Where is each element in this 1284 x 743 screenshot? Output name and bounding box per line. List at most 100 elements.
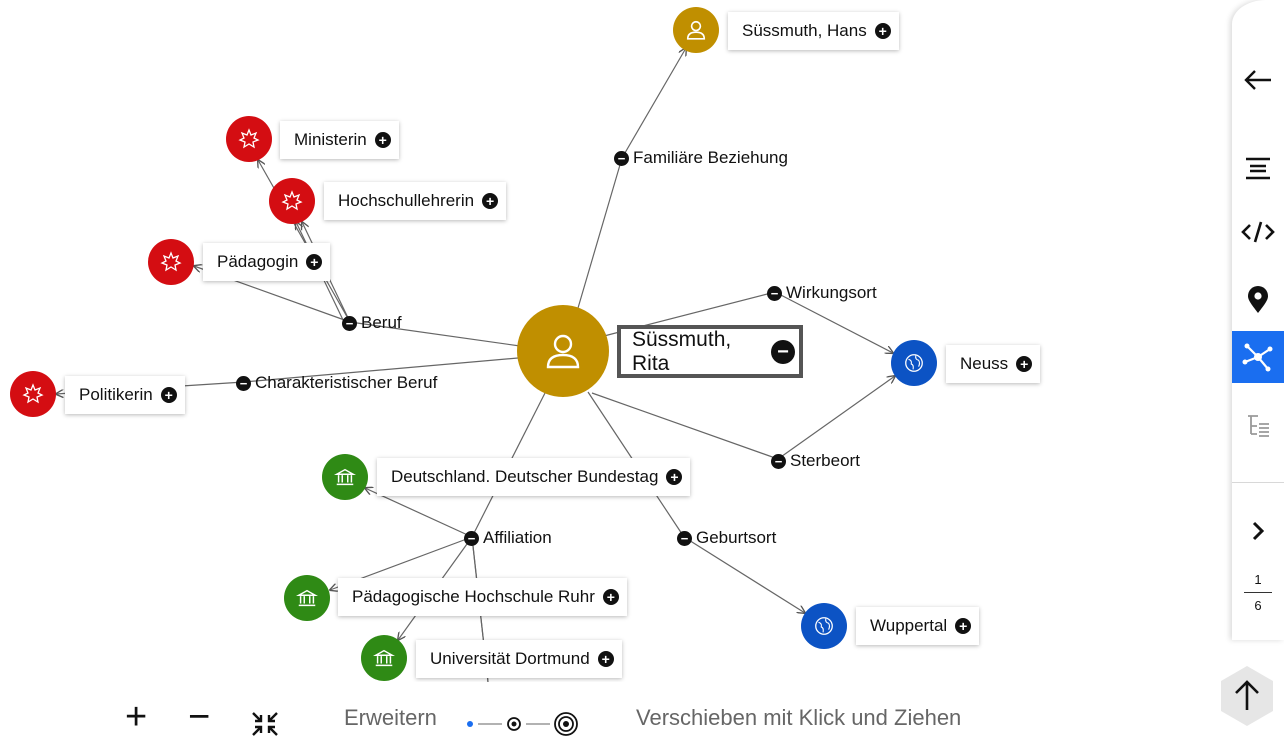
node-label-text: Deutschland. Deutscher Bundestag	[391, 467, 659, 486]
relation-geburtsort[interactable]: − Geburtsort	[677, 528, 776, 548]
zoom-out-button[interactable]: −	[188, 698, 210, 736]
node-label-paedagogin[interactable]: Pädagogin +	[203, 243, 331, 281]
relation-label: Geburtsort	[696, 528, 777, 547]
sidebar-divider	[1232, 482, 1284, 483]
occupation-node[interactable]	[226, 116, 272, 162]
back-button[interactable]	[1232, 54, 1284, 106]
back-to-top-button[interactable]	[1219, 664, 1275, 728]
collapse-icon[interactable]: −	[677, 530, 692, 546]
node-label-text: Universität Dortmund	[430, 649, 590, 668]
expand-icon[interactable]: +	[482, 193, 499, 209]
node-label-text: Wuppertal	[870, 616, 948, 635]
expand-level-slider[interactable]	[462, 712, 580, 742]
relation-wirkungsort[interactable]: − Wirkungsort	[767, 283, 877, 303]
center-person-node[interactable]	[517, 305, 609, 397]
node-label-neuss[interactable]: Neuss +	[946, 345, 1041, 383]
fit-to-screen-button[interactable]	[250, 711, 280, 743]
node-label-ministerin[interactable]: Ministerin +	[280, 121, 399, 159]
node-label-text: Pädagogin	[217, 252, 299, 271]
collapse-icon[interactable]: −	[771, 453, 786, 469]
organisation-node[interactable]	[361, 635, 407, 681]
location-pin-icon	[1248, 286, 1268, 313]
node-label-suessmuth-hans[interactable]: Süssmuth, Hans +	[728, 12, 899, 50]
expand-level-icon	[467, 712, 578, 736]
relation-affiliation[interactable]: − Affiliation	[464, 528, 552, 548]
expand-icon[interactable]: +	[955, 618, 972, 634]
relation-label: Sterbeort	[790, 451, 860, 470]
node-label-politikerin[interactable]: Politikerin +	[65, 376, 185, 414]
place-node[interactable]	[891, 340, 937, 386]
map-view-button[interactable]	[1232, 274, 1284, 326]
expand-icon[interactable]: +	[597, 651, 614, 667]
collapse-icon[interactable]: −	[342, 315, 357, 331]
right-sidebar: 1 6	[1232, 0, 1284, 640]
relation-label: Charakteristischer Beruf	[255, 373, 438, 392]
code-view-button[interactable]	[1232, 206, 1284, 258]
network-graph[interactable]: Süssmuth, Rita − Süssmuth, Hans + Minist…	[0, 0, 1230, 682]
expand-icon[interactable]: +	[160, 387, 177, 403]
person-icon	[686, 20, 706, 40]
relation-label: Beruf	[361, 313, 402, 332]
node-label-wuppertal[interactable]: Wuppertal +	[856, 607, 980, 645]
node-label-text: Ministerin	[294, 130, 367, 149]
node-label-uni-dortmund[interactable]: Universität Dortmund +	[416, 640, 622, 678]
organisation-node[interactable]	[284, 575, 330, 621]
center-person-label[interactable]: Süssmuth, Rita −	[617, 325, 803, 378]
network-view-button[interactable]	[1232, 331, 1284, 383]
collapse-icon[interactable]: −	[236, 375, 251, 391]
collapse-icon[interactable]: −	[614, 150, 629, 166]
asterisk-badge-icon	[22, 383, 44, 404]
relation-sterbeort[interactable]: − Sterbeort	[771, 451, 860, 471]
node-label-hochschullehrerin[interactable]: Hochschullehrerin +	[324, 182, 507, 220]
list-view-button[interactable]	[1232, 142, 1284, 194]
expand-icon[interactable]: +	[1016, 356, 1033, 372]
collapse-icon[interactable]: −	[771, 339, 795, 364]
occupation-node[interactable]	[10, 371, 56, 417]
zoom-in-button[interactable]: +	[125, 698, 147, 736]
page-fraction-line	[1244, 592, 1272, 593]
person-node[interactable]	[673, 7, 719, 53]
node-label-text: Süssmuth, Hans	[742, 21, 867, 40]
hierarchy-view-button[interactable]	[1232, 401, 1284, 453]
hierarchy-icon	[1248, 415, 1269, 437]
asterisk-badge-icon	[160, 251, 182, 272]
pan-hint: Verschieben mit Klick und Ziehen	[636, 705, 962, 730]
globe-icon	[815, 617, 833, 635]
list-icon	[1246, 157, 1270, 180]
expand-icon[interactable]: +	[306, 254, 323, 270]
node-label-text: Hochschullehrerin	[338, 191, 475, 210]
organisation-node[interactable]	[322, 454, 368, 500]
relation-label: Familiäre Beziehung	[633, 148, 788, 167]
network-icon	[1242, 343, 1273, 372]
back-arrow-icon	[1244, 70, 1271, 90]
occupation-node[interactable]	[148, 239, 194, 285]
asterisk-badge-icon	[238, 128, 260, 149]
node-label-text: Politikerin	[79, 385, 153, 404]
relation-charakteristischer-beruf[interactable]: − Charakteristischer Beruf	[236, 373, 437, 393]
person-icon	[546, 334, 580, 369]
node-label-text: Neuss	[960, 354, 1009, 373]
occupation-node[interactable]	[269, 178, 315, 224]
institution-icon	[373, 649, 395, 667]
code-icon	[1241, 221, 1275, 243]
collapse-icon[interactable]: −	[464, 530, 479, 546]
fit-to-screen-icon	[252, 712, 278, 736]
node-label-text: Pädagogische Hochschule Ruhr	[352, 587, 595, 606]
globe-icon	[905, 354, 923, 372]
expand-icon[interactable]: +	[666, 469, 683, 485]
asterisk-badge-icon	[281, 190, 303, 211]
institution-icon	[334, 468, 356, 486]
relation-familiaere-beziehung[interactable]: − Familiäre Beziehung	[614, 148, 788, 168]
next-chevron-icon	[1252, 521, 1265, 541]
place-node[interactable]	[801, 603, 847, 649]
relation-beruf[interactable]: − Beruf	[342, 313, 402, 333]
expand-label: Erweitern	[344, 705, 437, 730]
expand-icon[interactable]: +	[602, 589, 619, 605]
expand-icon[interactable]: +	[874, 23, 891, 39]
node-label-bundestag[interactable]: Deutschland. Deutscher Bundestag +	[377, 458, 691, 496]
expand-icon[interactable]: +	[374, 132, 391, 148]
node-label-ph-ruhr[interactable]: Pädagogische Hochschule Ruhr +	[338, 578, 627, 616]
relation-label: Wirkungsort	[786, 283, 877, 302]
next-page-button[interactable]	[1232, 505, 1284, 557]
collapse-icon[interactable]: −	[767, 285, 782, 301]
